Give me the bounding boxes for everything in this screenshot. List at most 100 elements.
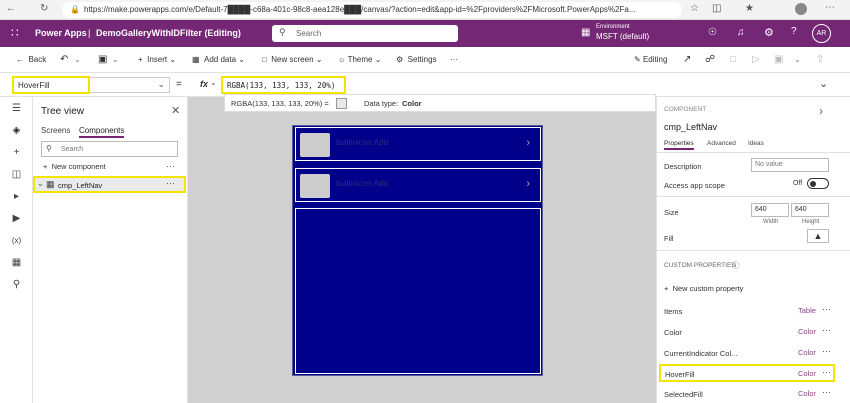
component-canvas[interactable]: builtinicon:Add › builtinicon:Add ›: [292, 125, 543, 376]
back-button[interactable]: ← Back: [16, 47, 46, 73]
tree-item-label: cmp_LeftNav: [58, 181, 103, 190]
paste-icon[interactable]: ▣: [98, 47, 107, 73]
profile-icon[interactable]: [795, 3, 807, 15]
gallery-row[interactable]: builtinicon:Add ›: [295, 127, 541, 161]
browser-menu-icon[interactable]: ⋯: [825, 2, 835, 13]
global-search-placeholder: Search: [296, 29, 322, 38]
gear-icon[interactable]: ⚙: [764, 26, 774, 39]
undo-icon[interactable]: ↶: [60, 47, 68, 73]
chevron-down-icon[interactable]: ⌄: [210, 78, 217, 87]
toggle-knob: [810, 181, 816, 187]
custom-property-row-hoverfill[interactable]: HoverFill Color ⋯: [659, 364, 835, 382]
media-icon[interactable]: ▶: [9, 211, 24, 226]
access-app-scope-toggle[interactable]: [807, 178, 829, 189]
settings-button[interactable]: ⚙ Settings: [396, 47, 437, 73]
more-icon[interactable]: ⋯: [822, 367, 831, 378]
tree-item-cmp-leftnav[interactable]: ⌄ ▦ cmp_LeftNav ⋯: [33, 176, 186, 193]
more-icon[interactable]: ⋯: [822, 346, 831, 357]
env-label: Environment: [596, 24, 630, 30]
help-icon[interactable]: ?: [791, 26, 797, 37]
height-input[interactable]: 640: [791, 203, 829, 217]
more-icon[interactable]: ⋯: [822, 304, 831, 315]
tab-components[interactable]: Components: [79, 126, 125, 138]
more-button[interactable]: ···: [450, 47, 458, 73]
more-icon[interactable]: ⋯: [166, 161, 175, 172]
custom-property-type: Table: [798, 306, 816, 315]
refresh-icon[interactable]: ↻: [40, 3, 48, 14]
save-icon[interactable]: ▣: [774, 47, 783, 73]
tab-ideas[interactable]: Ideas: [748, 140, 764, 147]
preview-icon[interactable]: ▷: [752, 47, 760, 73]
chevron-down-icon[interactable]: ⌄: [74, 47, 81, 73]
more-icon[interactable]: ⋯: [822, 387, 831, 398]
property-dropdown[interactable]: HoverFill: [12, 76, 90, 94]
description-field[interactable]: No value: [751, 158, 829, 172]
waffle-icon[interactable]: ∷: [11, 26, 19, 40]
flow-icon[interactable]: ▸: [9, 189, 24, 204]
share-icon[interactable]: ↗: [683, 47, 691, 73]
custom-property-row[interactable]: CurrentIndicator Col... Color ⋯: [657, 344, 850, 362]
custom-property-row[interactable]: SelectedFill Color ⋯: [657, 385, 850, 403]
tree-view-panel: Tree view ✕ Screens Components ⚲ Search …: [33, 97, 188, 403]
chevron-down-icon[interactable]: ⌄: [794, 47, 801, 73]
separator: |: [88, 28, 91, 38]
width-input[interactable]: 640: [751, 203, 789, 217]
editing-button[interactable]: ✎ Editing: [634, 47, 667, 73]
chevron-right-icon[interactable]: ›: [526, 137, 530, 149]
variables-icon[interactable]: (x): [9, 233, 24, 248]
new-screen-button[interactable]: □ New screen ⌄: [262, 47, 322, 73]
close-icon[interactable]: ✕: [171, 104, 180, 117]
comments-icon[interactable]: □: [730, 47, 736, 73]
plus-icon[interactable]: +: [9, 145, 24, 160]
chevron-down-icon: ⌄: [157, 79, 165, 89]
browser-bar: ← ↻ 🔒 https://make.powerapps.com/e/Defau…: [0, 0, 850, 20]
search-icon[interactable]: ⚲: [9, 277, 24, 292]
fx-icon[interactable]: fx: [200, 79, 208, 89]
more-icon[interactable]: ⋯: [166, 178, 175, 189]
height-value: 640: [795, 206, 807, 213]
fill-color-picker[interactable]: ▲: [807, 229, 829, 243]
tab-advanced[interactable]: Advanced: [707, 140, 736, 147]
chevron-down-icon[interactable]: ⌄: [112, 47, 119, 73]
favorites-icon[interactable]: ★: [745, 3, 754, 14]
star-icon[interactable]: ☆: [690, 3, 699, 14]
insert-label: Insert: [147, 55, 168, 64]
property-dropdown-extension[interactable]: ⌄: [90, 77, 170, 93]
custom-property-row[interactable]: Color Color ⋯: [657, 323, 850, 341]
hamburger-icon[interactable]: ☰: [9, 101, 24, 116]
tools-icon[interactable]: ▦: [9, 255, 24, 270]
custom-property-row[interactable]: Items Table ⋯: [657, 302, 850, 320]
more-icon[interactable]: ⋯: [822, 325, 831, 336]
copilot-icon[interactable]: ☉: [708, 27, 717, 38]
global-search[interactable]: ⚲ Search: [272, 25, 458, 42]
tree-title: Tree view: [41, 106, 84, 117]
split-screen-icon[interactable]: ◫: [712, 3, 721, 14]
insert-button[interactable]: + Insert ⌄: [138, 47, 176, 73]
env-name[interactable]: MSFT (default): [596, 32, 649, 41]
publish-icon[interactable]: ⇧: [816, 47, 824, 73]
url-bar[interactable]: 🔒 https://make.powerapps.com/e/Default-7…: [62, 2, 682, 18]
description-value: No value: [755, 161, 783, 168]
divider: [657, 250, 850, 251]
left-rail: ☰ ◈ + ◫ ▸ ▶ (x) ▦ ⚲: [0, 97, 33, 403]
avatar[interactable]: AR: [812, 24, 831, 43]
add-data-button[interactable]: ▦ Add data ⌄: [192, 47, 245, 73]
formula-input[interactable]: RGBA(133, 133, 133, 20%): [221, 76, 346, 94]
chevron-right-icon[interactable]: ›: [526, 178, 530, 190]
content-area: [295, 208, 541, 374]
tab-properties[interactable]: Properties: [664, 140, 694, 150]
bell-icon[interactable]: ♫: [737, 27, 745, 38]
chevron-right-icon[interactable]: ›: [819, 104, 823, 118]
database-icon[interactable]: ◫: [9, 167, 24, 182]
checker-icon[interactable]: ☍: [705, 47, 715, 73]
theme-button[interactable]: ☼ Theme ⌄: [338, 47, 381, 73]
back-arrow-icon[interactable]: ←: [6, 3, 16, 14]
gallery-row[interactable]: builtinicon:Add ›: [295, 168, 541, 202]
new-component-button[interactable]: + New component: [43, 162, 106, 171]
new-custom-property-button[interactable]: + New custom property: [664, 284, 743, 293]
layers-icon[interactable]: ◈: [9, 123, 24, 138]
tab-screens[interactable]: Screens: [41, 126, 70, 135]
expand-formula-icon[interactable]: ⌄: [819, 77, 828, 90]
environment-icon: ▦: [581, 27, 591, 38]
tree-search[interactable]: ⚲ Search: [41, 141, 178, 157]
